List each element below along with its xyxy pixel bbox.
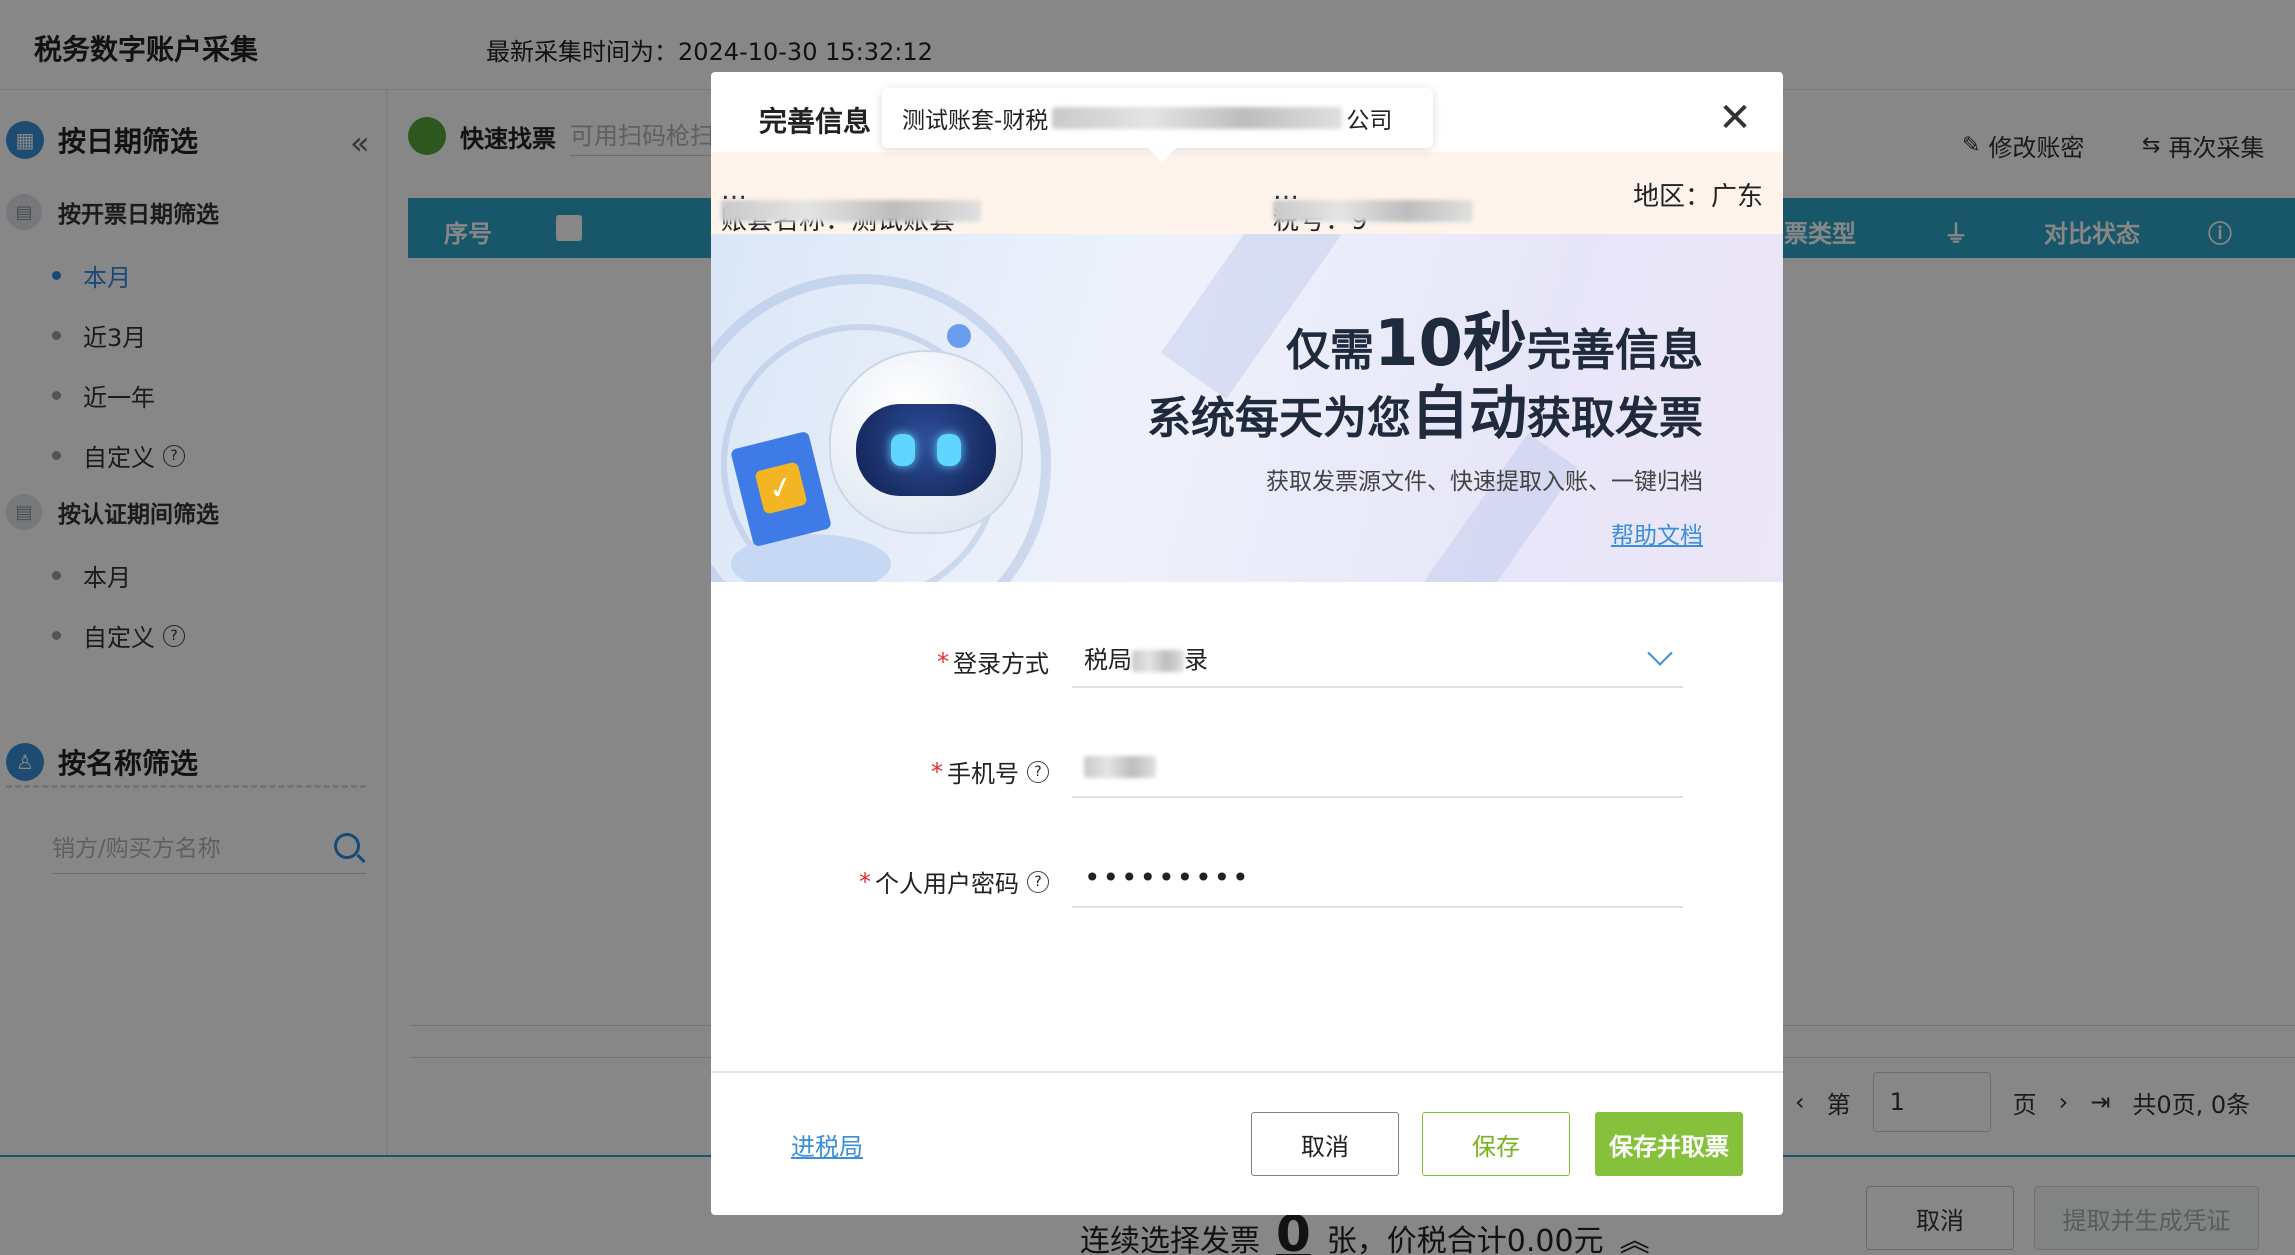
promo-banner: ✓ 仅需10秒完善信息 系统每天为您自动获取发票 获取发票源文件、快速提取入账、… [711,234,1783,582]
account-name-tooltip: 测试账套-财税 公司 [882,88,1433,148]
robot-visor [856,404,996,496]
phone-input[interactable] [1072,738,1683,798]
cancel-button[interactable]: 取消 [1251,1112,1399,1176]
divider [711,1071,1783,1073]
tax-number: 税号：9 … [1273,176,1473,236]
field-value: 录 [1184,645,1208,674]
complete-info-dialog: 完善信息 ✕ 账套名称：测试账套 … 税号：9 … 地区：广东 ✓ 仅需10秒完… [711,72,1783,1215]
login-method-value: 税局 录 [1084,640,1651,675]
headline-highlight: 自动 [1410,379,1527,447]
phone-row: * 手机号 ? [711,738,1783,808]
login-method-label: * 登录方式 [937,644,1049,679]
tooltip-text: 公司 [1346,108,1393,134]
help-icon[interactable]: ? [1027,760,1049,783]
redacted-text [1052,107,1343,129]
banner-headline-2: 系统每天为您自动获取发票 [1147,366,1703,450]
login-method-row: * 登录方式 税局 录 [711,628,1783,698]
region: 地区：广东 [1633,182,1764,212]
field-label: 手机号 [947,760,1019,788]
close-icon[interactable]: ✕ [1711,94,1759,142]
robot-eye [937,434,961,466]
password-value: ••••••••• [1084,860,1251,894]
password-label: * 个人用户密码 ? [859,864,1049,899]
decor-shard [1424,433,1578,582]
required-mark: * [937,647,949,676]
save-button[interactable]: 保存 [1422,1112,1570,1176]
account-info-strip: 账套名称：测试账套 … 税号：9 … 地区：广东 [711,152,1783,236]
robot-eye [891,434,915,466]
redacted-text [1132,649,1184,672]
save-and-fetch-button[interactable]: 保存并取票 [1595,1112,1743,1176]
login-method-select[interactable]: 税局 录 [1072,628,1683,688]
robot-antenna [947,324,971,348]
enter-tax-bureau-link[interactable]: 进税局 [791,1127,863,1162]
redacted-text [1273,200,1473,222]
help-icon[interactable]: ? [1027,870,1049,893]
redacted-text [721,200,981,222]
help-docs-link[interactable]: 帮助文档 [1611,516,1703,550]
headline-text: 系统每天为您 [1146,393,1411,444]
field-label: 个人用户密码 [875,870,1019,898]
tooltip-text: 测试账套-财税 [902,108,1049,134]
required-mark: * [859,867,871,896]
account-name: 账套名称：测试账套 … [721,176,981,236]
dialog-title: 完善信息 [759,105,872,138]
phone-label: * 手机号 ? [931,754,1049,789]
password-row: * 个人用户密码 ? ••••••••• [711,848,1783,918]
banner-subtitle: 获取发票源文件、快速提取入账、一键归档 [1266,469,1703,495]
required-mark: * [931,757,943,786]
chevron-down-icon[interactable] [1647,640,1673,666]
password-input[interactable]: ••••••••• [1072,848,1683,908]
field-label: 登录方式 [953,650,1049,678]
field-value: 税局 [1084,645,1132,674]
headline-text: 获取发票 [1527,393,1703,444]
redacted-text [1084,756,1156,778]
